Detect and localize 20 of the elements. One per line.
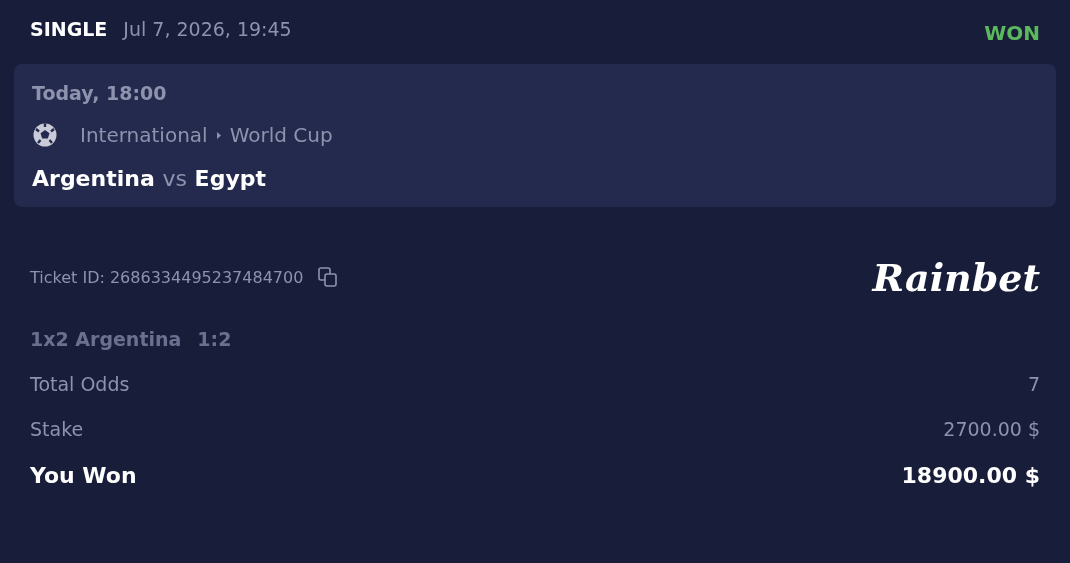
league-label: World Cup (229, 123, 333, 147)
summary-value: 2700.00 $ (943, 417, 1040, 440)
soccer-ball-icon (32, 122, 58, 148)
bet-date: Jul 7, 2026, 19:45 (123, 18, 292, 40)
brand-logo: Rainbet (872, 254, 1040, 300)
summary-value: 18900.00 $ (901, 462, 1040, 488)
bet-type: SINGLE (30, 18, 108, 40)
summary-label: You Won (30, 462, 137, 488)
chevron-icon (215, 130, 222, 140)
summary-label: Stake (30, 417, 84, 440)
match-title: Argentina vs Egypt (32, 166, 267, 191)
summary-label: Total Odds (30, 372, 130, 395)
event-time: Today, 18:00 (32, 82, 168, 104)
category-label: International (80, 123, 208, 147)
copy-icon[interactable] (317, 266, 340, 288)
ticket-id: Ticket ID: 2686334495237484700 (30, 267, 304, 287)
pick-odds: 1:2 (197, 328, 232, 350)
bet-status: WON (984, 21, 1040, 45)
market-label: 1x2 Argentina (30, 328, 182, 350)
summary-value: 7 (1027, 372, 1040, 395)
